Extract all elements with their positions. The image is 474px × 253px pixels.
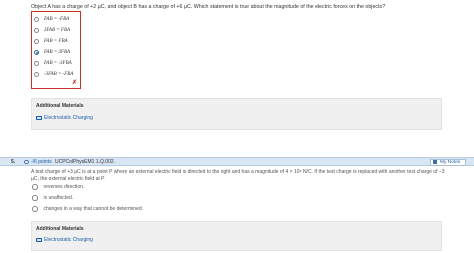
answer-option[interactable]: FAB = 3FBA	[34, 47, 80, 57]
link-label: Electrostatic Charging	[44, 115, 93, 121]
option-label: 3FAB = FBA	[44, 27, 71, 33]
radio-button[interactable]	[34, 27, 39, 33]
question-1-text: Object A has a charge of +2 µC, and obje…	[31, 4, 386, 10]
option-label: FAB = FBA	[44, 38, 68, 44]
points-icon	[24, 160, 29, 164]
electrostatic-charging-link[interactable]: Electrostatic Charging	[36, 237, 93, 243]
link-label: Electrostatic Charging	[44, 237, 93, 243]
answer-option[interactable]: FAB = FBA	[34, 36, 80, 46]
option-label: FAB = 3FBA	[44, 49, 71, 55]
option-label: FAB = -FBA	[44, 16, 70, 22]
option-label: changes in a way that cannot be determin…	[43, 206, 144, 212]
radio-button[interactable]	[32, 184, 38, 190]
additional-materials-panel: Additional Materials Electrostatic Charg…	[31, 221, 442, 251]
question-header-bar: 5. -/6 points UCPColPhysEM1 1.Q.002. My …	[0, 157, 474, 166]
electrostatic-charging-link[interactable]: Electrostatic Charging	[36, 115, 93, 121]
answer-option[interactable]: -3FAB = -FBA	[34, 69, 80, 79]
question-number: 5.	[11, 159, 16, 165]
radio-button[interactable]	[32, 206, 38, 212]
radio-button[interactable]	[34, 38, 39, 44]
my-notes-button[interactable]: My Notes	[430, 159, 466, 166]
question-2-text: A test charge of +3 µC is at a point P w…	[31, 169, 445, 182]
radio-button[interactable]	[34, 60, 39, 66]
radio-button-selected[interactable]	[34, 49, 39, 55]
answer-options-box: FAB = -FBA 3FAB = FBA FAB = FBA FAB = 3F…	[31, 11, 81, 89]
radio-button[interactable]	[34, 16, 39, 22]
radio-button[interactable]	[34, 71, 39, 77]
option-label: is unaffected.	[43, 195, 74, 201]
my-notes-label: My Notes	[440, 159, 461, 165]
book-icon	[36, 237, 42, 243]
answer-option[interactable]: is unaffected.	[32, 195, 73, 201]
option-label: FAB = -3FBA	[44, 60, 72, 66]
additional-materials-panel: Additional Materials Electrostatic Charg…	[31, 98, 442, 130]
points-link[interactable]: -/6 points	[31, 159, 52, 165]
option-label: reverses direction.	[43, 184, 85, 190]
additional-materials-header: Additional Materials	[36, 103, 84, 109]
answer-option[interactable]: 3FAB = FBA	[34, 25, 80, 35]
answer-option[interactable]: FAB = -FBA	[34, 14, 80, 24]
option-label: -3FAB = -FBA	[44, 71, 74, 77]
incorrect-mark-icon: ✗	[71, 80, 77, 86]
additional-materials-header: Additional Materials	[36, 226, 84, 232]
question-id: UCPColPhysEM1 1.Q.002.	[55, 159, 116, 165]
answer-option[interactable]: FAB = -3FBA	[34, 58, 80, 68]
answer-option[interactable]: reverses direction.	[32, 184, 84, 190]
radio-button[interactable]	[32, 195, 38, 201]
notes-icon	[433, 160, 437, 165]
answer-option[interactable]: changes in a way that cannot be determin…	[32, 206, 143, 212]
book-icon	[36, 115, 42, 121]
